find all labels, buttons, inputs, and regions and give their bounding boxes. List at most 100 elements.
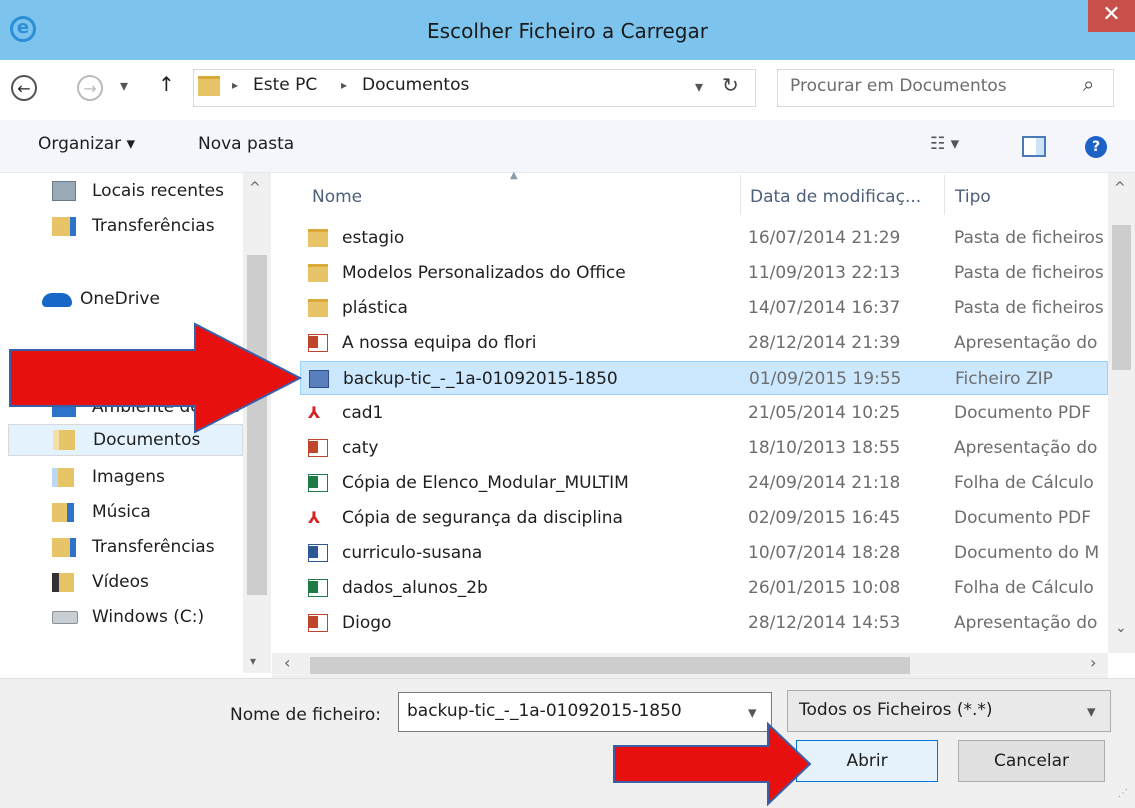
file-date: 21/05/2014 10:25 bbox=[748, 403, 901, 423]
file-type: Documento do M bbox=[954, 543, 1100, 563]
vertical-scroll-thumb[interactable] bbox=[1112, 225, 1131, 370]
powerpoint-file-icon bbox=[308, 614, 328, 632]
nav-item-videos[interactable]: Vídeos bbox=[0, 567, 243, 597]
file-row[interactable]: dados_alunos_2b 26/01/2015 10:08 Folha d… bbox=[300, 571, 1108, 605]
file-name: curriculo-susana bbox=[342, 543, 483, 563]
filetype-dropdown-icon[interactable]: ▾ bbox=[1087, 702, 1096, 722]
annotation-arrow-open bbox=[613, 721, 812, 807]
file-type: Documento PDF bbox=[954, 403, 1091, 423]
powerpoint-file-icon bbox=[308, 334, 328, 352]
file-date: 28/12/2014 21:39 bbox=[748, 333, 901, 353]
file-name: plástica bbox=[342, 298, 408, 318]
file-date: 10/07/2014 18:28 bbox=[748, 543, 901, 563]
scroll-left-icon[interactable]: ‹ bbox=[284, 653, 290, 672]
file-row[interactable]: Modelos Personalizados do Office 11/09/2… bbox=[300, 256, 1108, 290]
file-row[interactable]: caty 18/10/2013 18:55 Apresentação do bbox=[300, 431, 1108, 465]
file-name: backup-tic_-_1a-01092015-1850 bbox=[343, 369, 618, 389]
file-row[interactable]: curriculo-susana 10/07/2014 18:28 Docume… bbox=[300, 536, 1108, 570]
file-date: 14/07/2014 16:37 bbox=[748, 298, 901, 318]
forward-button[interactable]: → bbox=[77, 75, 103, 101]
file-type: Apresentação do bbox=[954, 613, 1098, 633]
file-date: 11/09/2013 22:13 bbox=[748, 263, 901, 283]
drive-icon bbox=[52, 611, 78, 624]
file-row[interactable]: Cópia de Elenco_Modular_MULTIM 24/09/201… bbox=[300, 466, 1108, 500]
recent-places-icon bbox=[52, 181, 76, 201]
back-button[interactable]: ← bbox=[11, 75, 37, 101]
preview-pane-icon[interactable] bbox=[1022, 136, 1046, 157]
nav-item-music[interactable]: Música bbox=[0, 497, 243, 527]
file-row[interactable]: plástica 14/07/2014 16:37 Pasta de fiche… bbox=[300, 291, 1108, 325]
organize-button[interactable]: Organizar ▾ bbox=[38, 134, 135, 154]
file-date: 16/07/2014 21:29 bbox=[748, 228, 901, 248]
nav-scroll-up-icon[interactable]: ^ bbox=[249, 180, 261, 196]
file-name: A nossa equipa do flori bbox=[342, 333, 537, 353]
nav-item-drive-c[interactable]: Windows (C:) bbox=[0, 602, 243, 632]
file-row[interactable]: A nossa equipa do flori 28/12/2014 21:39… bbox=[300, 326, 1108, 360]
column-header-name[interactable]: Nome bbox=[312, 182, 362, 212]
new-folder-button[interactable]: Nova pasta bbox=[198, 134, 294, 154]
open-button[interactable]: Abrir bbox=[796, 740, 938, 782]
file-name: estagio bbox=[342, 228, 405, 248]
filename-value: backup-tic_-_1a-01092015-1850 bbox=[407, 701, 682, 721]
nav-item-downloads[interactable]: Transferências bbox=[0, 211, 243, 241]
column-divider[interactable] bbox=[740, 175, 741, 215]
up-button[interactable]: ↑ bbox=[158, 72, 175, 96]
column-divider[interactable] bbox=[944, 175, 945, 215]
refresh-button[interactable]: ↻ bbox=[722, 73, 739, 97]
file-type: Apresentação do bbox=[954, 438, 1098, 458]
nav-label: Transferências bbox=[92, 537, 215, 557]
file-type: Pasta de ficheiros bbox=[954, 298, 1104, 318]
horizontal-scroll-thumb[interactable] bbox=[310, 657, 910, 674]
scroll-up-icon[interactable]: ^ bbox=[1114, 180, 1126, 196]
file-row-selected[interactable]: backup-tic_-_1a-01092015-1850 01/09/2015… bbox=[300, 361, 1108, 395]
breadcrumb-documentos[interactable]: Documentos bbox=[362, 75, 469, 95]
nav-item-downloads-2[interactable]: Transferências bbox=[0, 532, 243, 562]
file-type: Apresentação do bbox=[954, 333, 1098, 353]
onedrive-icon bbox=[42, 293, 72, 307]
word-file-icon bbox=[308, 544, 328, 562]
help-icon[interactable]: ? bbox=[1085, 136, 1107, 158]
file-name: Modelos Personalizados do Office bbox=[342, 263, 626, 283]
nav-label: Locais recentes bbox=[92, 181, 224, 201]
search-icon[interactable]: ⌕ bbox=[1083, 72, 1094, 96]
file-name: Diogo bbox=[342, 613, 392, 633]
file-date: 26/01/2015 10:08 bbox=[748, 578, 901, 598]
file-type: Pasta de ficheiros bbox=[954, 228, 1104, 248]
file-row[interactable]: ⅄ cad1 21/05/2014 10:25 Documento PDF bbox=[300, 396, 1108, 430]
recent-locations-dropdown[interactable]: ▾ bbox=[120, 76, 128, 95]
nav-label: Música bbox=[92, 502, 151, 522]
nav-label: Vídeos bbox=[92, 572, 149, 592]
address-dropdown[interactable]: ▾ bbox=[695, 77, 703, 96]
file-type: Folha de Cálculo bbox=[954, 578, 1094, 598]
file-date: 01/09/2015 19:55 bbox=[749, 369, 902, 389]
scroll-down-icon[interactable]: ⌄ bbox=[1115, 620, 1127, 636]
file-row[interactable]: Diogo 28/12/2014 14:53 Apresentação do bbox=[300, 606, 1108, 640]
file-date: 02/09/2015 16:45 bbox=[748, 508, 901, 528]
filename-label: Nome de ficheiro: bbox=[230, 705, 381, 725]
column-header-type[interactable]: Tipo bbox=[955, 182, 991, 212]
file-name: cad1 bbox=[342, 403, 384, 423]
resize-grip-icon[interactable]: ⋰ bbox=[1118, 788, 1128, 799]
pictures-icon bbox=[52, 468, 74, 487]
file-name: dados_alunos_2b bbox=[342, 578, 488, 598]
cancel-button[interactable]: Cancelar bbox=[958, 740, 1105, 782]
nav-label: Transferências bbox=[92, 216, 215, 236]
file-date: 24/09/2014 21:18 bbox=[748, 473, 901, 493]
zip-file-icon bbox=[309, 370, 329, 388]
nav-item-onedrive[interactable]: OneDrive bbox=[0, 284, 243, 314]
nav-item-recent[interactable]: Locais recentes bbox=[0, 176, 243, 206]
breadcrumb-este-pc[interactable]: Este PC bbox=[253, 75, 317, 95]
filetype-value: Todos os Ficheiros (*.*) bbox=[799, 700, 993, 720]
file-row[interactable]: estagio 16/07/2014 21:29 Pasta de fichei… bbox=[300, 221, 1108, 255]
file-type: Documento PDF bbox=[954, 508, 1091, 528]
column-header-date[interactable]: Data de modificaç... bbox=[750, 182, 921, 212]
nav-item-pictures[interactable]: Imagens bbox=[0, 462, 243, 492]
view-options-icon[interactable]: ☷ ▾ bbox=[930, 134, 959, 154]
scroll-right-icon[interactable]: › bbox=[1090, 653, 1096, 672]
close-button[interactable]: ✕ bbox=[1088, 0, 1135, 32]
file-name: caty bbox=[342, 438, 379, 458]
file-row[interactable]: ⅄ Cópia de segurança da disciplina 02/09… bbox=[300, 501, 1108, 535]
nav-scroll-down-icon[interactable]: ▾ bbox=[250, 654, 256, 668]
excel-file-icon bbox=[308, 579, 328, 597]
file-type: Folha de Cálculo bbox=[954, 473, 1094, 493]
